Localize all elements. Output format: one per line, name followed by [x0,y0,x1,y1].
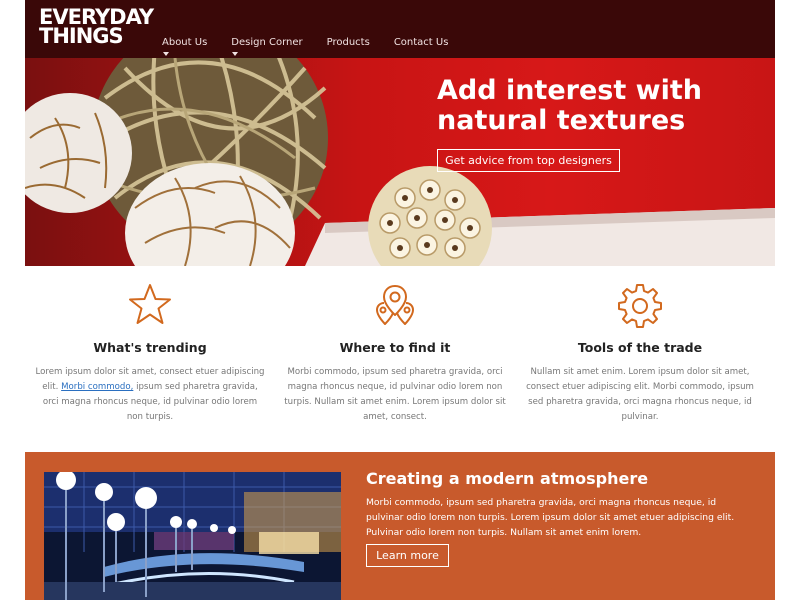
chevron-down-icon [163,52,169,56]
nav-item-design-corner[interactable]: Design Corner [231,37,303,56]
feature-title: What's trending [93,340,207,355]
nav-item-label: Products [326,37,370,48]
gear-icon [618,284,662,328]
feature-whats-trending: What's trending Lorem ipsum dolor sit am… [35,282,265,425]
hero-title-line-1: Add interest with [437,75,702,106]
page: EVERYDAY THINGS About Us Design Corner P… [25,0,775,600]
chevron-down-icon [232,52,239,56]
feature-text: Morbi commodo, ipsum sed pharetra gravid… [284,367,506,422]
nav-item-about-us[interactable]: About Us [162,37,208,56]
star-icon [129,284,171,324]
site-header: EVERYDAY THINGS About Us Design Corner P… [25,0,775,58]
nav-item-products[interactable]: Products [327,37,370,48]
lounge-photo [44,472,341,600]
promo-section: Creating a modern atmosphere Morbi commo… [25,452,775,600]
site-logo[interactable]: EVERYDAY THINGS [39,7,154,48]
get-advice-button[interactable]: Get advice from top designers [437,149,620,172]
feature-tools-of-the-trade: Tools of the trade Nullam sit amet enim.… [525,282,755,425]
main-nav: About Us Design Corner Products Contact … [162,37,472,56]
logo-line-2: THINGS [39,24,124,48]
feature-where-to-find-it: Where to find it Morbi commodo, ipsum se… [280,282,510,425]
hero-title: Add interest with natural textures [437,76,757,136]
nav-item-label: Contact Us [393,37,449,48]
nav-item-label: Design Corner [231,37,303,48]
morbi-commodo-link[interactable]: Morbi commodo, [61,382,133,392]
features-section: What's trending Lorem ipsum dolor sit am… [25,282,775,442]
feature-text: Nullam sit amet enim. Lorem ipsum dolor … [526,367,754,422]
feature-title: Where to find it [339,340,451,355]
location-pins-icon [376,285,414,325]
nav-item-label: About Us [162,37,208,48]
learn-more-button[interactable]: Learn more [366,544,449,567]
nav-item-contact-us[interactable]: Contact Us [394,37,449,48]
hero-banner: Add interest with natural textures Get a… [25,58,775,266]
promo-text: Morbi commodo, ipsum sed pharetra gravid… [366,497,735,538]
promo-title: Creating a modern atmosphere [366,469,649,488]
feature-text: Lorem ipsum dolor sit amet, consect etue… [35,365,265,425]
hero-title-line-2: natural textures [437,105,686,136]
feature-title: Tools of the trade [577,340,703,355]
